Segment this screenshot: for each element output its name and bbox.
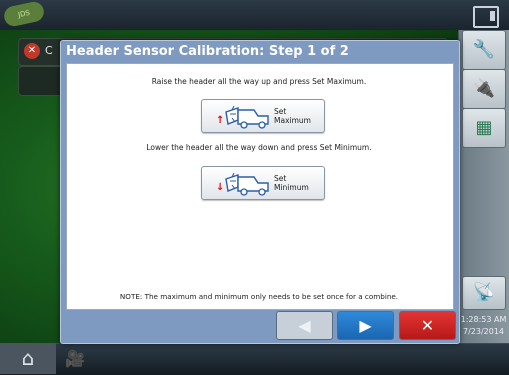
error-x-icon: ✕	[24, 43, 40, 59]
home-icon[interactable]: ⌂	[0, 343, 56, 374]
set-minimum-line2: Minimum	[274, 183, 309, 192]
sensor-icon[interactable]: 🔌	[462, 69, 506, 109]
set-maximum-line2: Maximum	[274, 116, 311, 125]
next-button[interactable]: ▶	[337, 311, 394, 340]
set-maximum-label: Set Maximum	[274, 107, 311, 125]
set-maximum-line1: Set	[274, 107, 287, 116]
set-minimum-line1: Set	[274, 174, 287, 183]
satellite-icon[interactable]: 📡	[462, 276, 506, 310]
window-toggle-icon[interactable]	[473, 6, 499, 28]
calibration-note: NOTE: The maximum and minimum only needs…	[119, 292, 399, 301]
camera-icon[interactable]: 🎥	[60, 347, 90, 371]
raise-instruction: Raise the header all the way up and pres…	[151, 77, 367, 86]
wrench-icon[interactable]: 🔧	[462, 30, 506, 70]
set-minimum-button[interactable]: ↓ Set Minimum	[201, 166, 325, 200]
top-bar	[0, 0, 509, 31]
calendar-icon[interactable]: ▦	[462, 108, 506, 148]
set-minimum-label: Set Minimum	[274, 174, 309, 192]
back-button[interactable]: ◀	[276, 311, 333, 340]
background-pane-letter: C	[45, 44, 53, 57]
clock-date: 7/23/2014	[462, 327, 505, 336]
dialog-title: Header Sensor Calibration: Step 1 of 2	[66, 44, 349, 59]
clock-time: 1:28:53 AM	[460, 315, 507, 324]
set-maximum-button[interactable]: ↑ Set Maximum	[201, 99, 325, 133]
lower-instruction: Lower the header all the way down and pr…	[146, 143, 372, 152]
combine-header-icon	[225, 105, 269, 129]
combine-header-icon	[225, 172, 269, 196]
cancel-button[interactable]: ✕	[399, 311, 456, 340]
